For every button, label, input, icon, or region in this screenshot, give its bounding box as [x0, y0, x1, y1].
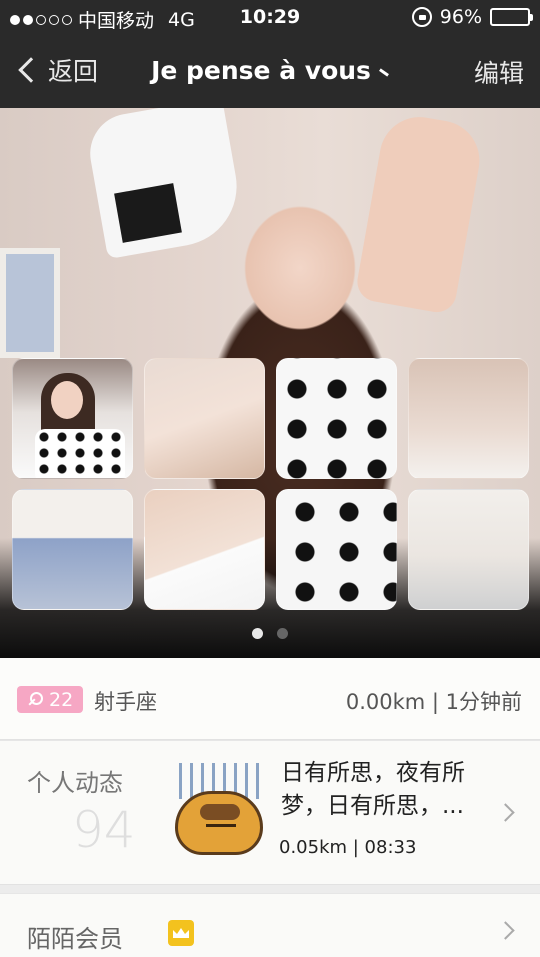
age-value: 22	[49, 688, 74, 711]
photo-thumbnail[interactable]	[144, 489, 265, 610]
post-thumbnail	[175, 763, 267, 863]
page-indicator	[0, 628, 540, 639]
photo-thumbnail[interactable]	[276, 489, 397, 610]
female-icon	[27, 691, 43, 708]
photo-thumbnail[interactable]	[12, 358, 133, 479]
nav-bar: 返回 Je pense à vous 编辑	[0, 36, 540, 108]
photo-thumbnail-grid	[12, 358, 530, 610]
age-badge: 22	[17, 686, 84, 713]
photo-thumbnail[interactable]	[408, 358, 529, 479]
zodiac-label: 射手座	[94, 690, 157, 714]
rotation-lock-icon	[411, 7, 432, 27]
profile-photo[interactable]	[0, 108, 540, 658]
battery-icon	[490, 8, 533, 26]
edit-button[interactable]: 编辑	[474, 54, 524, 90]
title-mark-icon	[378, 67, 389, 77]
post-text: 日有所思，夜有所梦，日有所思，...	[281, 760, 465, 819]
page-dot[interactable]	[277, 628, 288, 639]
membership-label: 陌陌会员	[27, 925, 123, 953]
membership-row[interactable]: 陌陌会员	[0, 893, 540, 957]
activity-count: 94	[72, 801, 136, 859]
photo-thumbnail[interactable]	[144, 358, 265, 479]
battery-percent: 96%	[439, 6, 482, 28]
page-dot[interactable]	[252, 628, 263, 639]
photo-thumbnail[interactable]	[276, 358, 397, 479]
photo-thumbnail[interactable]	[408, 489, 529, 610]
activity-card[interactable]: 个人动态 94 日有所思，夜有所梦，日有所思，... 0.05km | 08:3…	[0, 740, 540, 885]
crown-icon	[168, 920, 194, 946]
status-bar: 中国移动 4G 10:29 96%	[0, 0, 540, 36]
post-meta: 0.05km | 08:33	[279, 837, 417, 858]
activity-label: 个人动态	[27, 769, 123, 797]
photo-thumbnail[interactable]	[12, 489, 133, 610]
profile-info-row: 22 射手座 0.00km | 1分钟前	[0, 658, 540, 740]
distance-time-label: 0.00km | 1分钟前	[345, 690, 522, 714]
page-title: Je pense à vous	[0, 56, 540, 85]
chevron-right-icon	[496, 921, 515, 940]
